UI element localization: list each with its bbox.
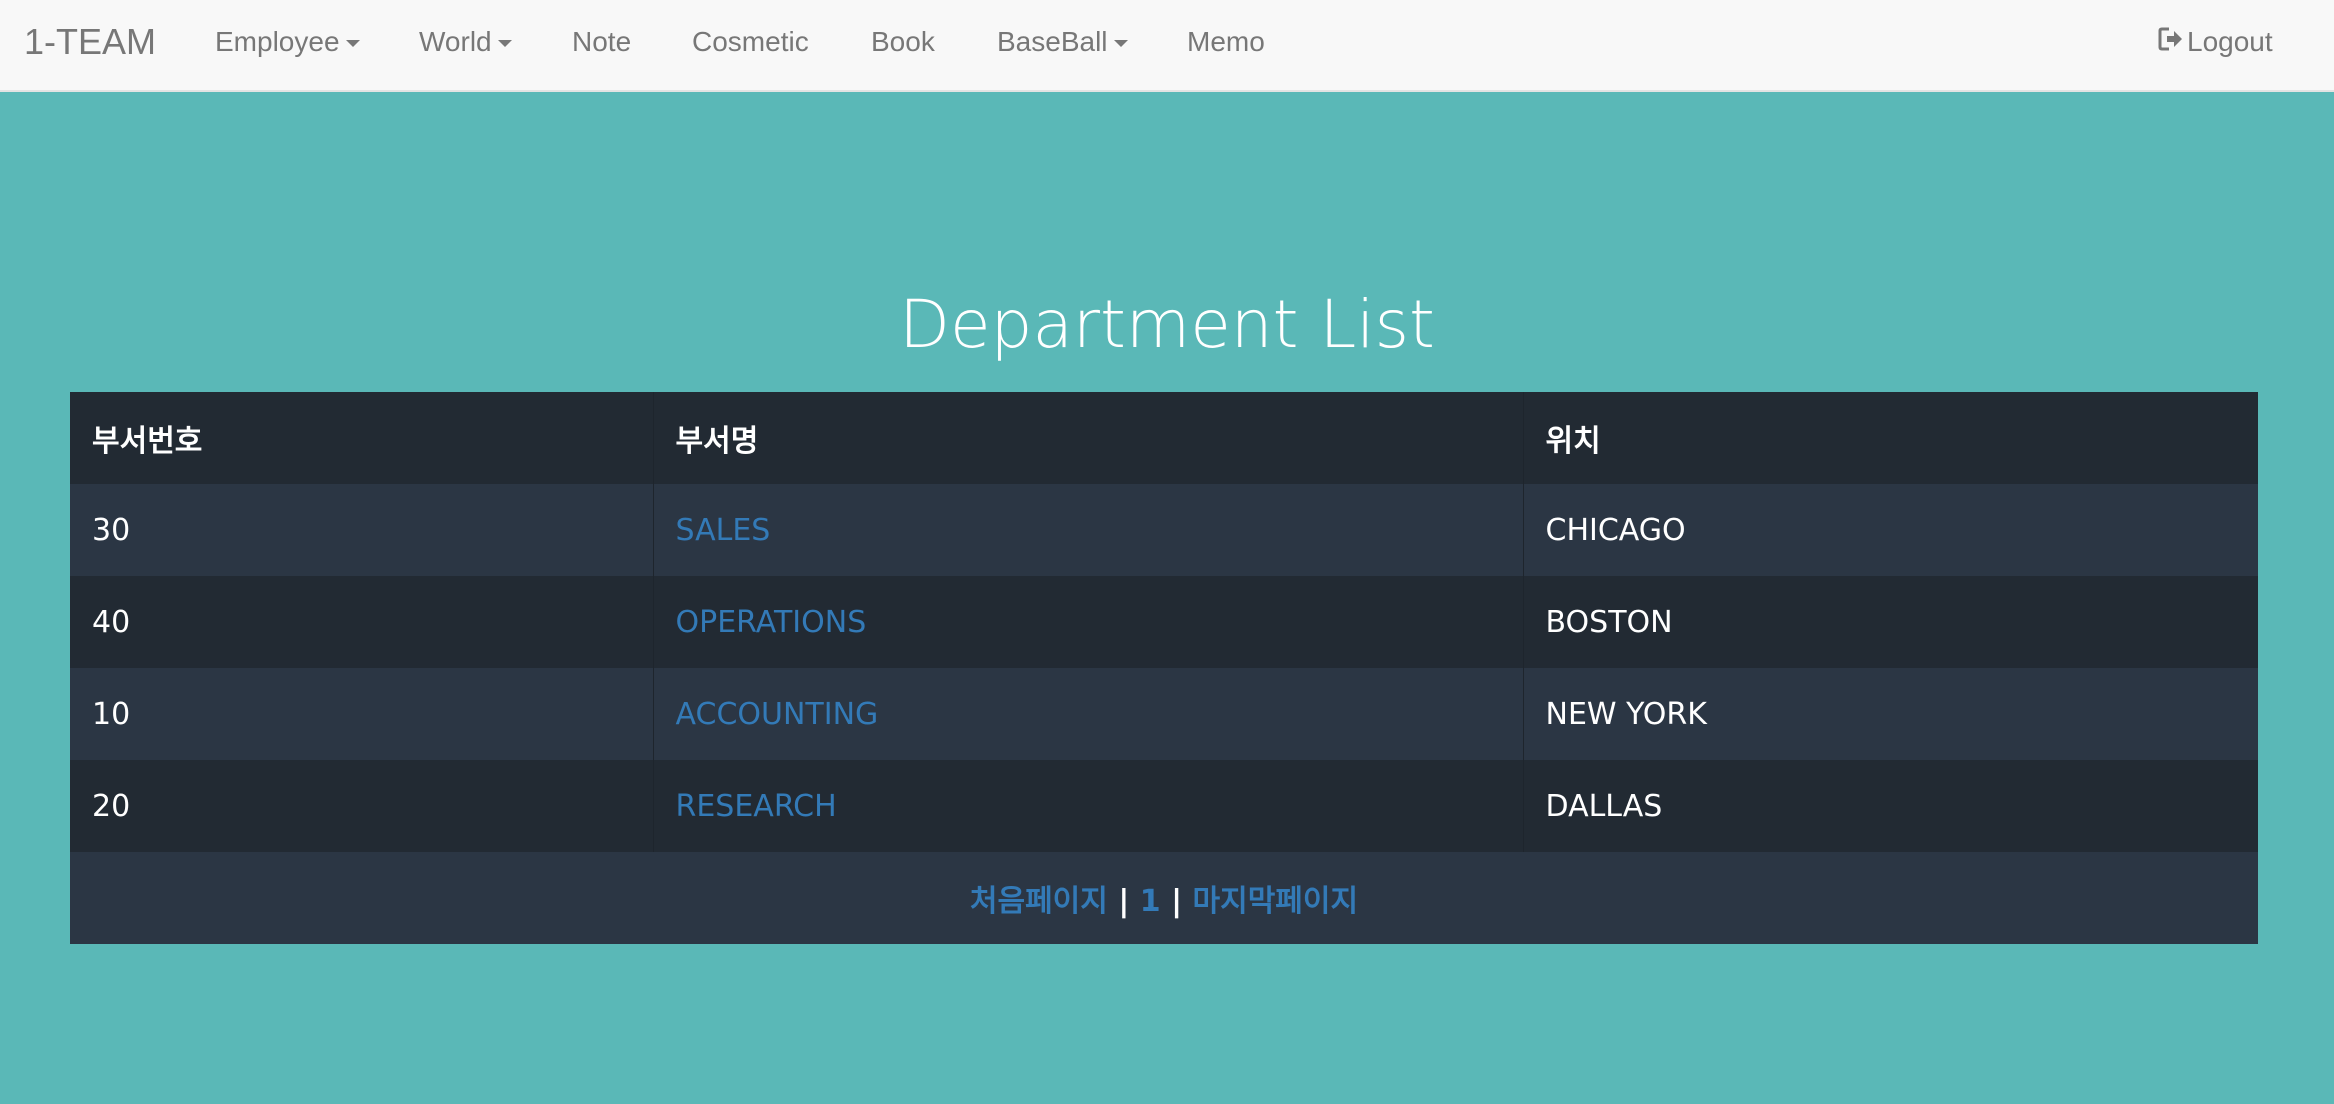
caret-down-icon: [345, 40, 360, 48]
department-link[interactable]: OPERATIONS: [676, 605, 867, 640]
nav-item-label: BaseBall: [997, 26, 1108, 57]
column-header-dname: 부서명: [652, 392, 1523, 484]
brand-link[interactable]: 1-TEAM: [24, 0, 156, 84]
logout-label: Logout: [2187, 26, 2273, 57]
deptno-cell: 40: [92, 604, 131, 640]
page-link[interactable]: 1: [1140, 884, 1161, 919]
nav-item-label: Note: [572, 26, 632, 57]
deptno-cell: 20: [92, 788, 131, 824]
nav-item-label: Memo: [1187, 26, 1265, 57]
nav-item-book[interactable]: Book: [871, 0, 935, 84]
last-page-link[interactable]: 마지막페이지: [1193, 884, 1359, 919]
nav-item-label: World: [419, 26, 492, 57]
dname-cell: ACCOUNTING: [652, 668, 1523, 760]
table-row: 40 OPERATIONS BOSTON: [70, 576, 2258, 668]
caret-down-icon: [1113, 40, 1128, 48]
column-header-loc: 위치: [1522, 392, 2258, 484]
table-row: 20 RESEARCH DALLAS: [70, 760, 2258, 852]
department-link[interactable]: SALES: [676, 513, 771, 548]
pagination-row: 처음페이지 | 1 | 마지막페이지: [70, 852, 2258, 944]
column-header-deptno: 부서번호: [92, 424, 203, 459]
department-link[interactable]: ACCOUNTING: [676, 697, 879, 732]
loc-cell: NEW YORK: [1522, 668, 2258, 760]
department-table-container: 부서번호 부서명 위치 30 SALES CHICAGO 40 OPERATIO…: [70, 392, 2258, 944]
nav-item-world[interactable]: World: [419, 0, 512, 84]
deptno-cell: 10: [92, 696, 131, 732]
first-page-link[interactable]: 처음페이지: [970, 884, 1108, 919]
loc-cell: DALLAS: [1522, 760, 2258, 852]
logout-icon: [2157, 2, 2185, 86]
nav-item-label: Book: [871, 26, 935, 57]
nav-item-label: Employee: [215, 26, 340, 57]
nav-item-memo[interactable]: Memo: [1187, 0, 1265, 84]
nav-item-baseball[interactable]: BaseBall: [997, 0, 1128, 84]
pagination: 처음페이지 | 1 | 마지막페이지: [70, 852, 2258, 944]
page-title: Department List: [899, 286, 1435, 363]
pager-separator: |: [1118, 884, 1130, 919]
dname-cell: OPERATIONS: [652, 576, 1523, 668]
dname-cell: SALES: [652, 484, 1523, 576]
logout-link[interactable]: Logout: [2157, 0, 2273, 84]
department-table: 부서번호 부서명 위치 30 SALES CHICAGO 40 OPERATIO…: [70, 392, 2258, 944]
nav-item-label: Cosmetic: [692, 26, 809, 57]
deptno-cell: 30: [92, 512, 131, 548]
table-row: 30 SALES CHICAGO: [70, 484, 2258, 576]
table-row: 10 ACCOUNTING NEW YORK: [70, 668, 2258, 760]
dname-cell: RESEARCH: [652, 760, 1523, 852]
department-link[interactable]: RESEARCH: [676, 789, 837, 824]
top-navbar: 1-TEAM Employee World Note Cosmetic Book…: [0, 0, 2334, 92]
table-header-row: 부서번호 부서명 위치: [70, 392, 2258, 484]
nav-item-cosmetic[interactable]: Cosmetic: [692, 0, 809, 84]
pager-separator: |: [1171, 884, 1183, 919]
nav-item-note[interactable]: Note: [572, 0, 631, 84]
caret-down-icon: [497, 40, 512, 48]
loc-cell: CHICAGO: [1522, 484, 2258, 576]
nav-item-employee[interactable]: Employee: [215, 0, 360, 84]
loc-cell: BOSTON: [1522, 576, 2258, 668]
